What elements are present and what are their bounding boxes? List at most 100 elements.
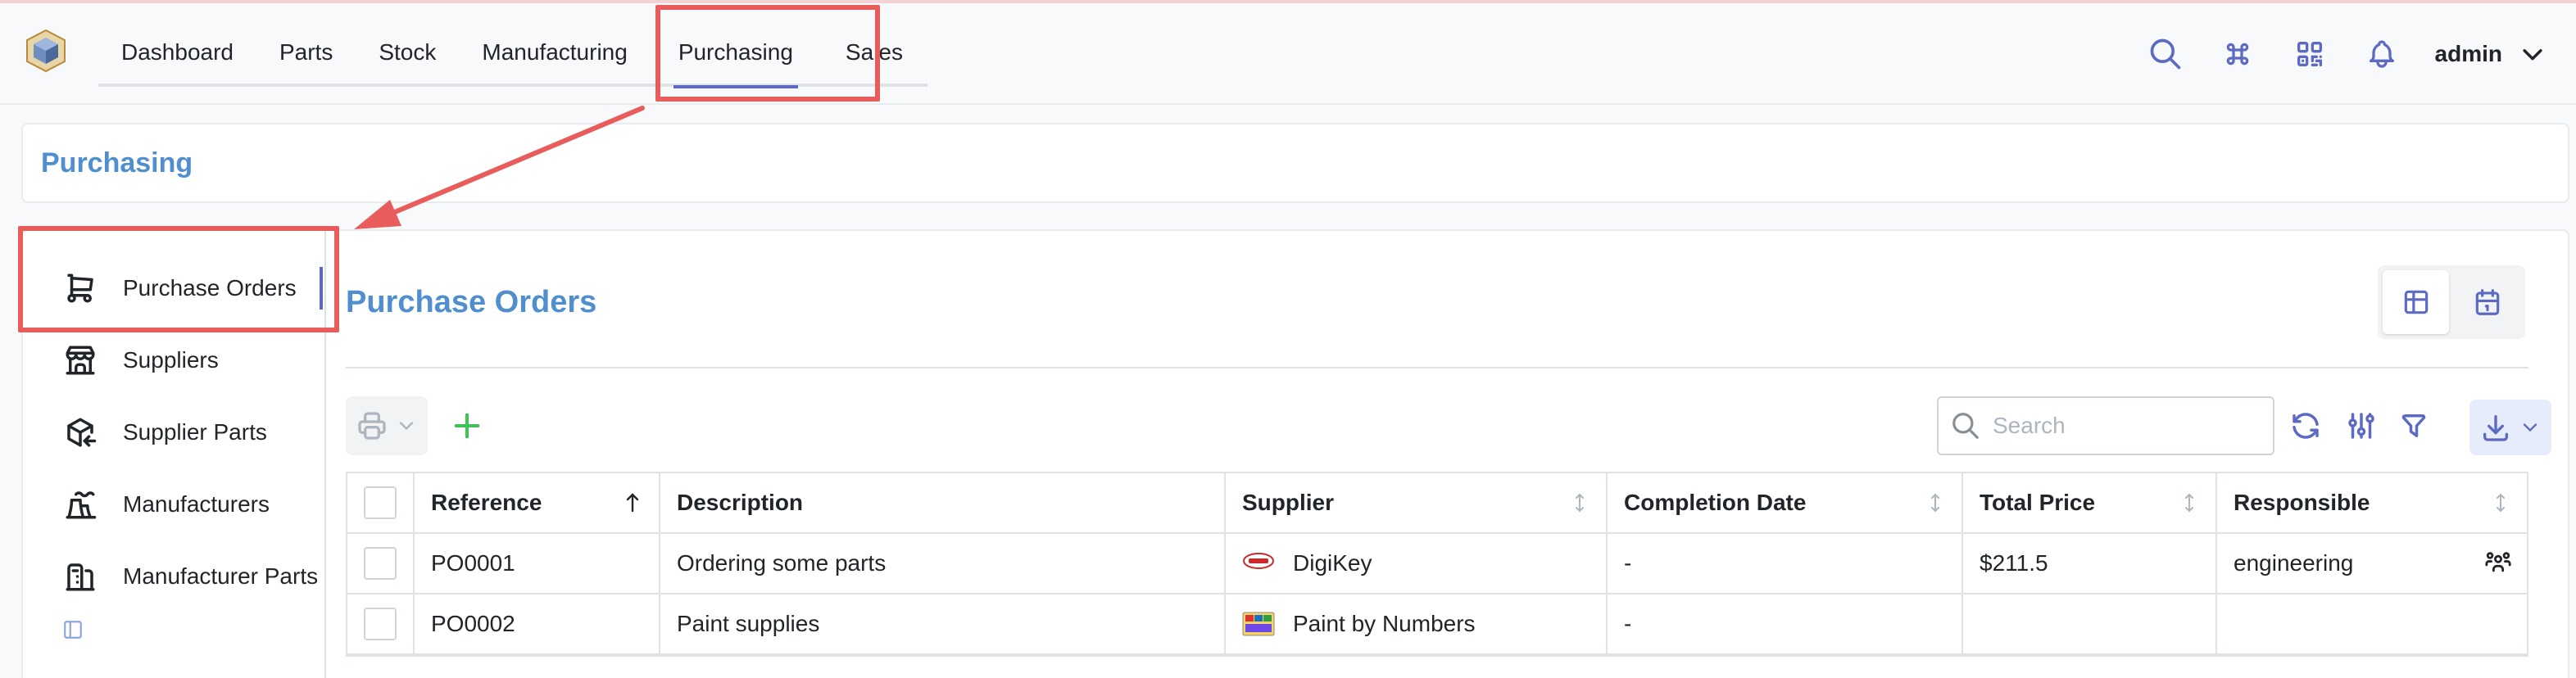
- filter-icon: [2401, 414, 2426, 437]
- tab-stock[interactable]: Stock: [356, 20, 459, 85]
- users-group-icon: [2485, 552, 2511, 572]
- print-button[interactable]: [346, 396, 428, 455]
- search-field[interactable]: [1937, 396, 2274, 455]
- row-select-cell: [347, 594, 415, 653]
- sort-ascending-icon: [626, 493, 639, 513]
- cell-total-price: [1963, 594, 2217, 653]
- tab-label: Purchasing: [678, 39, 793, 65]
- responsible-name: engineering: [2234, 550, 2354, 576]
- column-header-supplier[interactable]: Supplier: [1226, 473, 1608, 532]
- select-all-checkbox[interactable]: [364, 486, 397, 519]
- sort-icon: [2185, 493, 2193, 513]
- cell-description: Ordering some parts: [660, 534, 1226, 593]
- tab-sales[interactable]: Sales: [821, 20, 927, 85]
- tab-label: Stock: [379, 39, 437, 65]
- tab-dashboard[interactable]: Dashboard: [98, 20, 256, 85]
- chevron-down-icon: [2523, 49, 2542, 61]
- tab-label: Parts: [279, 39, 333, 65]
- sidebar-item-label: Suppliers: [123, 347, 219, 373]
- column-label: Completion Date: [1624, 490, 1807, 515]
- main-nav: Dashboard Parts Stock Manufacturing Purc…: [98, 20, 927, 88]
- sidebar-item-label: Supplier Parts: [123, 419, 267, 445]
- sidebar-item-supplier-parts[interactable]: Supplier Parts: [23, 396, 324, 468]
- bell-icon[interactable]: [2363, 35, 2401, 73]
- tab-label: Sales: [845, 39, 903, 65]
- table-header-row: Reference Description Supplier Completio…: [347, 473, 2527, 534]
- app-header: Dashboard Parts Stock Manufacturing Purc…: [0, 0, 2576, 105]
- sidebar-item-suppliers[interactable]: Suppliers: [23, 324, 324, 396]
- cell-completion-date: -: [1608, 534, 1963, 593]
- refresh-button[interactable]: [2286, 406, 2325, 445]
- sidebar-item-label: Manufacturer Parts: [123, 563, 319, 589]
- column-header-description[interactable]: Description: [660, 473, 1226, 532]
- sort-icon: [2497, 493, 2505, 513]
- tab-manufacturing[interactable]: Manufacturing: [459, 20, 650, 85]
- download-icon: [2483, 415, 2508, 441]
- sidebar-item-purchase-orders[interactable]: Purchase Orders: [23, 252, 324, 324]
- download-button[interactable]: [2469, 400, 2551, 455]
- add-order-button[interactable]: [447, 406, 487, 445]
- supplier-name: Paint by Numbers: [1293, 611, 1476, 636]
- command-icon[interactable]: [2219, 35, 2256, 73]
- table-view-button[interactable]: [2383, 270, 2449, 334]
- adjustments-icon: [2348, 413, 2374, 439]
- cell-supplier: Paint by Numbers: [1226, 594, 1608, 653]
- search-input[interactable]: [1993, 413, 2255, 439]
- sidebar-item-manufacturer-parts[interactable]: Manufacturer Parts: [23, 540, 324, 612]
- view-toggle: [2378, 265, 2525, 339]
- cell-reference: PO0002: [415, 594, 660, 653]
- table-row[interactable]: PO0002 Paint supplies Paint by Numbers -: [347, 594, 2527, 655]
- row-checkbox[interactable]: [364, 547, 397, 580]
- factory-icon: [62, 486, 98, 522]
- refresh-icon: [2293, 413, 2319, 439]
- column-label: Supplier: [1242, 490, 1335, 515]
- tab-label: Manufacturing: [482, 39, 628, 65]
- column-label: Reference: [431, 490, 542, 515]
- row-select-cell: [347, 534, 415, 593]
- column-header-responsible[interactable]: Responsible: [2217, 473, 2527, 532]
- table-row[interactable]: PO0001 Ordering some parts DigiKey - $21…: [347, 534, 2527, 594]
- tab-label: Dashboard: [121, 39, 234, 65]
- column-label: Total Price: [1980, 490, 2096, 515]
- printer-icon: [358, 412, 386, 440]
- tab-purchasing[interactable]: Purchasing: [651, 20, 821, 88]
- tab-parts[interactable]: Parts: [256, 20, 356, 85]
- sidebar-collapse-icon[interactable]: [62, 619, 84, 640]
- inventree-logo-icon[interactable]: [23, 28, 69, 74]
- page-title: Purchasing: [41, 147, 193, 179]
- sort-icon: [1931, 493, 1939, 513]
- chevron-down-icon: [399, 422, 414, 431]
- calendar-view-button[interactable]: [2454, 270, 2520, 334]
- column-header-reference[interactable]: Reference: [415, 473, 660, 532]
- column-settings-button[interactable]: [2342, 406, 2381, 445]
- cell-total-price: $211.5: [1963, 534, 2217, 593]
- column-label: Description: [677, 490, 804, 515]
- table-toolbar: [346, 395, 2551, 460]
- plus-icon: [454, 413, 480, 439]
- supplier-name: DigiKey: [1293, 550, 1372, 576]
- sort-icon: [1576, 493, 1584, 513]
- search-icon[interactable]: [2147, 35, 2184, 73]
- filter-button[interactable]: [2394, 406, 2433, 445]
- purchase-orders-table: Reference Description Supplier Completio…: [346, 472, 2528, 657]
- package-import-icon: [62, 414, 98, 450]
- sidebar-item-manufacturers[interactable]: Manufacturers: [23, 468, 324, 540]
- main-panel: Purchase Orders Suppliers Supplier Parts…: [21, 229, 2569, 678]
- cell-description: Paint supplies: [660, 594, 1226, 653]
- calendar-icon: [2475, 289, 2499, 315]
- sidebar-item-label: Manufacturers: [123, 491, 270, 517]
- cell-completion-date: -: [1608, 594, 1963, 653]
- user-menu[interactable]: admin: [2435, 40, 2547, 68]
- column-header-total-price[interactable]: Total Price: [1963, 473, 2217, 532]
- cell-supplier: DigiKey: [1226, 534, 1608, 593]
- section-title: Purchase Orders: [346, 285, 597, 319]
- row-checkbox[interactable]: [364, 608, 397, 640]
- sidebar-item-label: Purchase Orders: [123, 275, 297, 301]
- cell-responsible: [2217, 594, 2527, 653]
- chevron-down-icon: [2523, 423, 2537, 432]
- column-header-completion-date[interactable]: Completion Date: [1608, 473, 1963, 532]
- qr-code-icon[interactable]: [2291, 35, 2329, 73]
- table-icon: [2404, 290, 2428, 314]
- search-icon: [1952, 413, 1979, 439]
- page-title-band: Purchasing: [21, 123, 2569, 203]
